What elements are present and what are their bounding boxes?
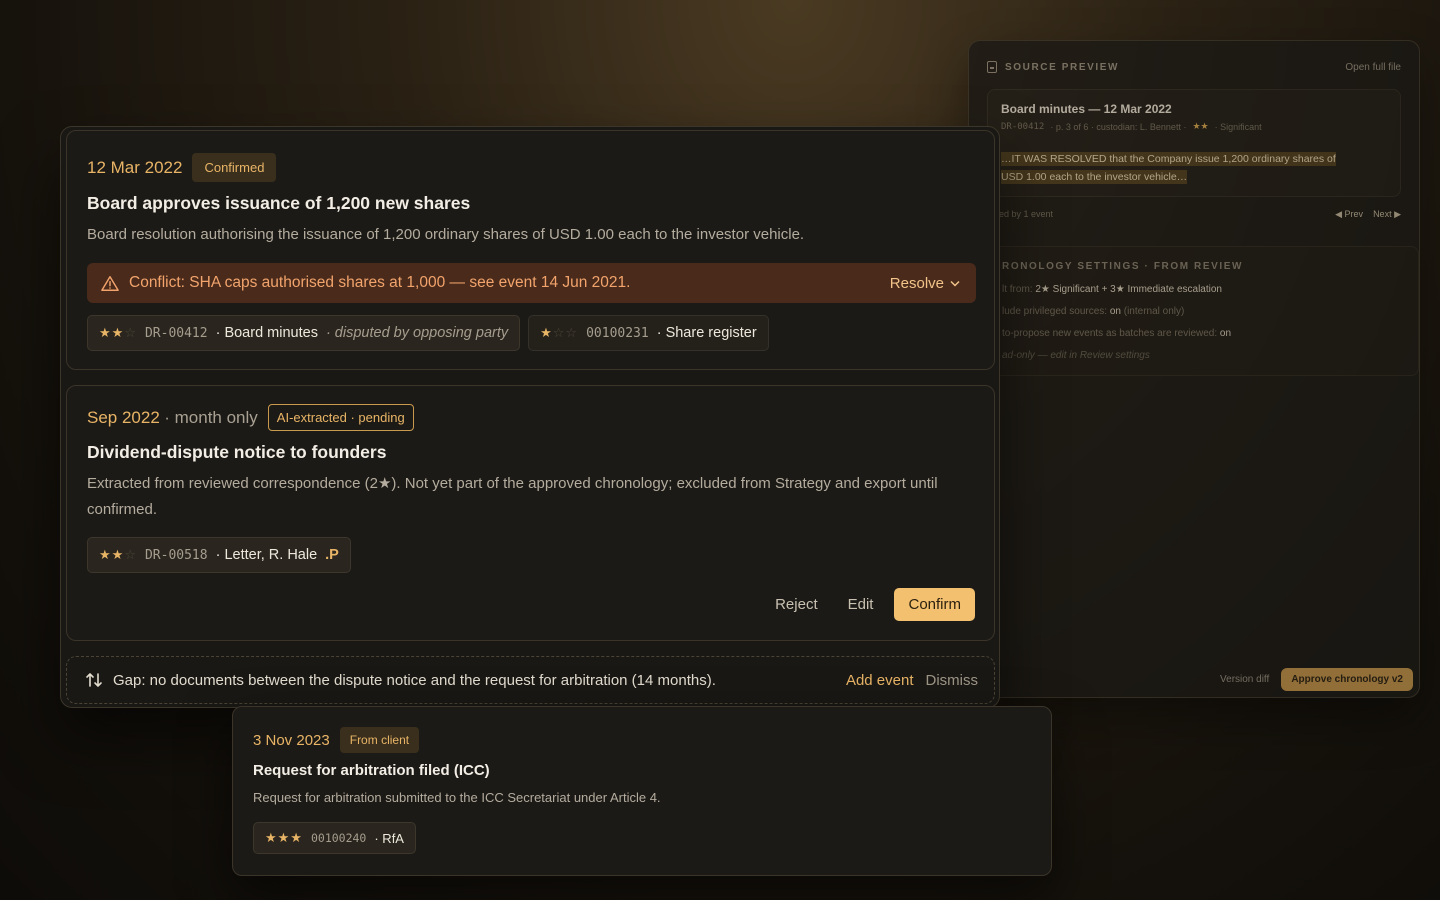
- rating-stars: ★★☆: [99, 325, 137, 341]
- settings-auto-propose: to-propose new events as batches are rev…: [1002, 328, 1406, 339]
- source-chips: ★★☆ DR-00518 · Letter, R. Hale .P: [87, 537, 351, 573]
- stars-on: ★: [540, 325, 553, 340]
- source-chips: ★★★ 00100240 · RfA: [253, 822, 416, 854]
- privilege-flag: .P: [325, 547, 339, 563]
- settings-value: on: [1219, 328, 1232, 339]
- source-doc-rating: · Significant: [1214, 121, 1262, 132]
- open-full-file-link[interactable]: Open full file: [1345, 62, 1401, 73]
- rating-stars: ★★☆: [99, 547, 137, 563]
- dismiss-button[interactable]: Dismiss: [926, 672, 979, 689]
- prev-button[interactable]: ◀ Prev: [1335, 209, 1363, 220]
- resolve-label: Resolve: [889, 274, 944, 292]
- source-preview-nav: ed by 1 event ◀ Prev Next ▶: [969, 197, 1419, 220]
- doc-note: · disputed by opposing party: [325, 325, 509, 341]
- event-title: Request for arbitration filed (ICC): [253, 762, 490, 779]
- document-icon: [987, 61, 997, 73]
- source-preview-card: Board minutes — 12 Mar 2022 DR-00412 · p…: [987, 89, 1401, 197]
- event-date-row: Sep 2022 · month only AI-extracted · pen…: [87, 404, 414, 431]
- conflict-banner: Conflict: SHA caps authorised shares at …: [87, 263, 976, 303]
- edit-button[interactable]: Edit: [839, 588, 883, 621]
- settings-note: ad-only — edit in Review settings: [1002, 350, 1150, 361]
- excerpt-line-1: …IT WAS RESOLVED that the Company issue …: [1001, 152, 1336, 166]
- settings-label: lt from:: [1002, 284, 1033, 295]
- settings-note: (internal only): [1123, 306, 1185, 317]
- gap-notice: Gap: no documents between the dispute no…: [66, 656, 995, 704]
- status-badge: AI-extracted · pending: [267, 404, 414, 431]
- event-actions: Reject Edit Confirm: [766, 588, 975, 621]
- event-date: Sep 2022: [87, 407, 160, 427]
- source-preview-title: SOURCE PREVIEW: [1005, 61, 1120, 73]
- doc-code: 00100240: [310, 831, 367, 845]
- stars-off: ☆: [124, 547, 137, 562]
- source-doc-title: Board minutes — 12 Mar 2022: [1001, 102, 1172, 116]
- event-description: Request for arbitration submitted to the…: [253, 790, 661, 805]
- event-date-group: Sep 2022 · month only: [87, 408, 258, 428]
- settings-label: to-propose new events as batches are rev…: [1002, 328, 1218, 339]
- source-chip[interactable]: ★★☆ DR-00412 · Board minutes · disputed …: [87, 315, 521, 351]
- source-preview-header: SOURCE PREVIEW Open full file: [969, 41, 1419, 73]
- chevron-down-icon: [950, 280, 960, 287]
- add-event-button[interactable]: Add event: [846, 672, 914, 689]
- event-card: 12 Mar 2022 Confirmed Board approves iss…: [66, 130, 995, 370]
- source-chips: ★★☆ DR-00412 · Board minutes · disputed …: [87, 315, 769, 351]
- rating-stars: ★★★: [265, 830, 303, 845]
- event-date-row: 3 Nov 2023 From client: [253, 727, 420, 753]
- doc-code: DR-00518: [144, 547, 208, 563]
- doc-code: DR-00412: [144, 325, 208, 341]
- approve-chronology-button[interactable]: Approve chronology v2: [1281, 668, 1413, 691]
- conflict-message: Conflict: SHA caps authorised shares at …: [129, 274, 631, 291]
- rating-stars: ★☆☆: [540, 325, 578, 341]
- settings-privileged: lude privileged sources: on (internal on…: [1002, 306, 1406, 317]
- resolve-dropdown[interactable]: Resolve: [890, 275, 960, 292]
- event-date: 3 Nov 2023: [253, 731, 330, 749]
- preview-footer: Version diff Approve chronology v2: [1220, 668, 1413, 691]
- settings-read-only-note: ad-only — edit in Review settings: [1002, 350, 1406, 361]
- event-description: Board resolution authorising the issuanc…: [87, 226, 805, 243]
- status-badge: Confirmed: [192, 153, 277, 182]
- settings-label: lude privileged sources:: [1002, 306, 1108, 317]
- excerpt-line-2: USD 1.00 each to the investor vehicle…: [1001, 170, 1188, 184]
- next-button[interactable]: Next ▶: [1373, 209, 1401, 220]
- doc-label: · Share register: [656, 325, 757, 341]
- warning-icon: [101, 275, 119, 291]
- confirm-button[interactable]: Confirm: [894, 588, 975, 621]
- stars-off: ☆: [124, 325, 137, 340]
- source-doc-code: DR-00412: [1001, 121, 1045, 132]
- reject-button[interactable]: Reject: [766, 588, 827, 621]
- source-chip[interactable]: ★★★ 00100240 · RfA: [253, 822, 416, 854]
- source-doc-page: · p. 3 of 6 · custodian: L. Bennett ·: [1050, 121, 1187, 132]
- source-preview-panel: SOURCE PREVIEW Open full file Board minu…: [968, 40, 1420, 698]
- doc-label: · Letter, R. Hale: [215, 547, 318, 563]
- doc-label: · Board minutes: [215, 325, 318, 341]
- source-doc-stars: ★★: [1192, 121, 1209, 131]
- settings-built-from: lt from: 2★ Significant + 3★ Immediate e…: [1002, 284, 1406, 295]
- date-qualifier: · month only: [164, 407, 258, 427]
- cited-by-count: ed by 1 event: [999, 209, 1054, 219]
- settings-value: 2★ Significant + 3★ Immediate escalation: [1035, 284, 1222, 295]
- event-title: Board approves issuance of 1,200 new sha…: [87, 193, 471, 213]
- event-date-row: 12 Mar 2022 Confirmed: [87, 153, 277, 182]
- source-chip[interactable]: ★★☆ DR-00518 · Letter, R. Hale .P: [87, 537, 351, 573]
- stars-on: ★★: [99, 547, 125, 562]
- chronology-settings-title: RONOLOGY SETTINGS · FROM REVIEW: [1002, 261, 1244, 272]
- doc-code: 00100231: [586, 325, 649, 341]
- chronology-panel: 12 Mar 2022 Confirmed Board approves iss…: [60, 126, 1000, 708]
- event-card: Sep 2022 · month only AI-extracted · pen…: [66, 385, 995, 641]
- source-doc-meta: DR-00412 · p. 3 of 6 · custodian: L. Ben…: [1001, 121, 1387, 132]
- chronology-settings: RONOLOGY SETTINGS · FROM REVIEW lt from:…: [989, 246, 1419, 376]
- stars-on: ★★: [99, 325, 125, 340]
- event-card: 3 Nov 2023 From client Request for arbit…: [232, 706, 1052, 876]
- version-diff-link[interactable]: Version diff: [1220, 674, 1269, 685]
- event-description: Extracted from reviewed correspondence (…: [87, 475, 938, 518]
- gap-message: Gap: no documents between the dispute no…: [113, 671, 716, 689]
- source-chip[interactable]: ★☆☆ 00100231 · Share register: [528, 315, 769, 351]
- settings-value: on: [1109, 306, 1121, 317]
- doc-label: · RfA: [374, 830, 404, 846]
- event-title: Dividend-dispute notice to founders: [87, 442, 387, 462]
- source-excerpt: …IT WAS RESOLVED that the Company issue …: [1001, 150, 1387, 186]
- sort-arrows-icon: [86, 673, 102, 687]
- stars-off: ☆☆: [552, 325, 579, 340]
- event-date: 12 Mar 2022: [87, 157, 183, 177]
- status-badge: From client: [339, 727, 420, 753]
